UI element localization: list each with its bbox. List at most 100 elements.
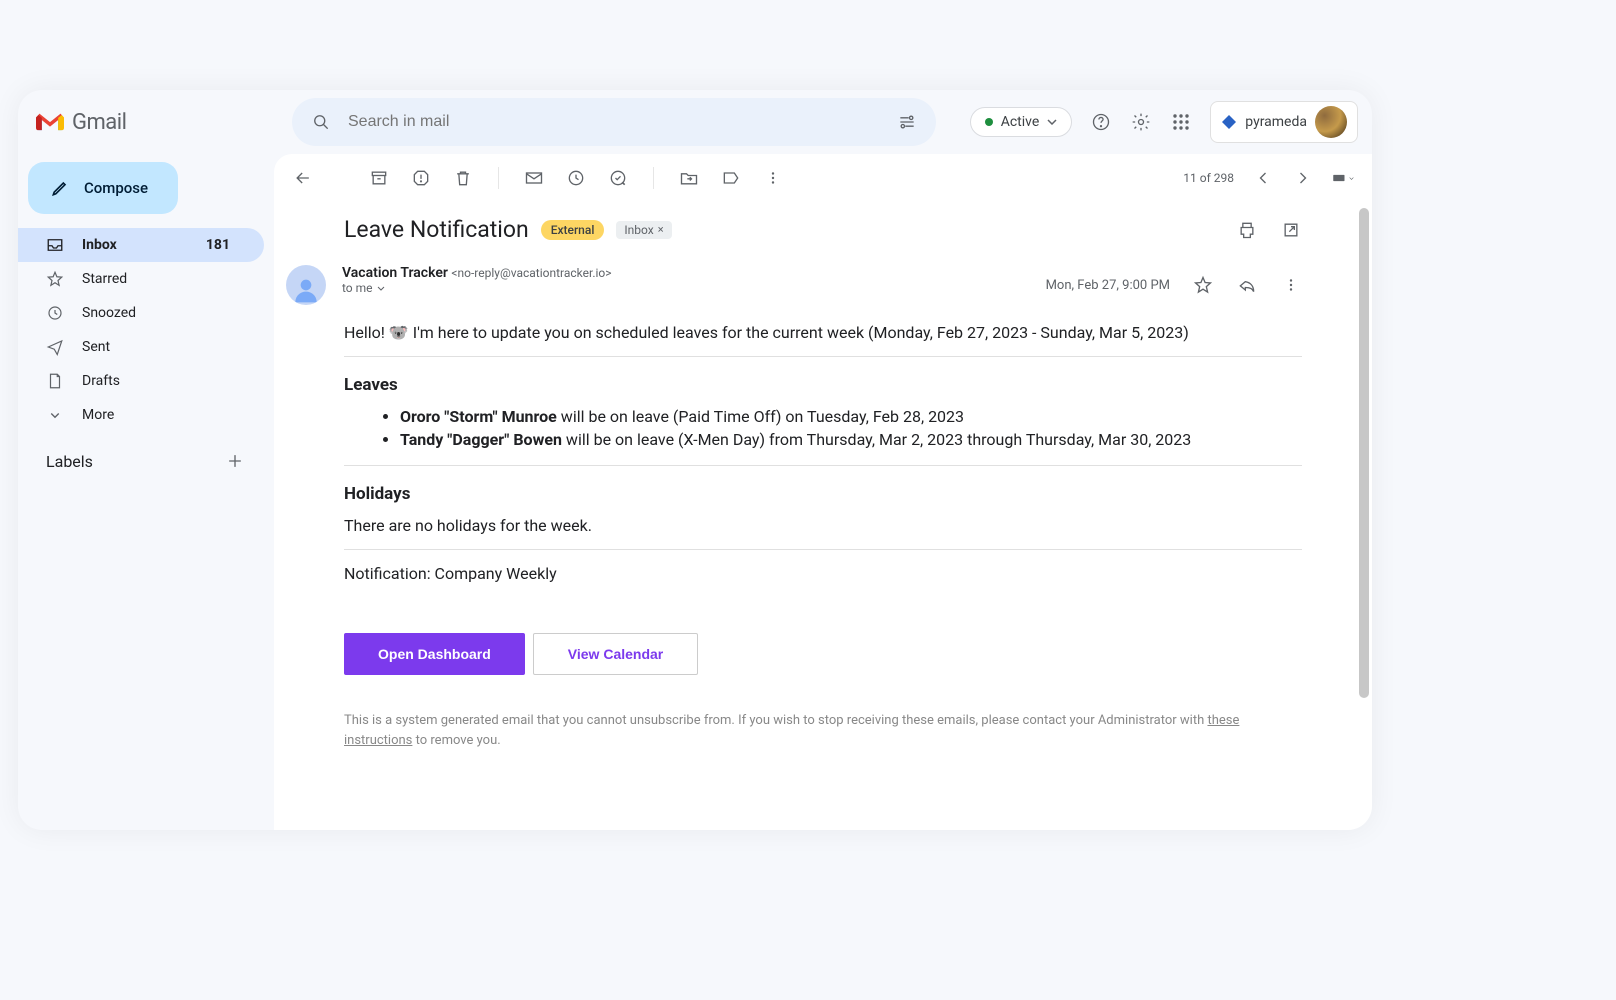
add-to-tasks-button[interactable]	[607, 167, 629, 189]
inbox-label-chip[interactable]: Inbox ×	[616, 221, 671, 239]
add-label-button[interactable]	[224, 450, 246, 472]
to-line[interactable]: to me	[342, 281, 1030, 295]
report-spam-button[interactable]	[410, 167, 432, 189]
leaves-heading: Leaves	[344, 375, 1302, 395]
leaves-list: Ororo "Storm" Munroe will be on leave (P…	[344, 407, 1302, 449]
topbar-right: Active pyrameda	[970, 101, 1358, 143]
more-actions-button[interactable]	[762, 167, 784, 189]
search-icon[interactable]	[310, 111, 332, 133]
move-to-button[interactable]	[678, 167, 700, 189]
sidebar-nav: Inbox 181 Starred Snoozed Sent Dra	[28, 228, 264, 432]
status-pill[interactable]: Active	[970, 107, 1073, 137]
divider	[344, 465, 1302, 466]
more-button[interactable]	[1280, 274, 1302, 296]
print-button[interactable]	[1236, 219, 1258, 241]
star-icon	[46, 270, 64, 288]
gmail-window: Gmail Active	[18, 90, 1372, 830]
input-tools-button[interactable]	[1332, 167, 1354, 189]
subject-row: Leave Notification External Inbox ×	[344, 216, 1302, 243]
sidebar-item-drafts[interactable]: Drafts	[18, 364, 264, 398]
inbox-icon	[46, 236, 64, 254]
main-area: Compose Inbox 181 Starred Snoozed	[18, 154, 1372, 830]
sidebar-item-starred[interactable]: Starred	[18, 262, 264, 296]
org-badge[interactable]: pyrameda	[1210, 101, 1358, 143]
email-body: Leave Notification External Inbox ×	[274, 216, 1372, 780]
sidebar-item-snoozed[interactable]: Snoozed	[18, 296, 264, 330]
prev-button[interactable]	[1252, 167, 1274, 189]
external-badge: External	[541, 220, 605, 240]
sent-icon	[46, 338, 64, 356]
status-label: Active	[1001, 114, 1040, 130]
open-new-window-button[interactable]	[1280, 219, 1302, 241]
pagination-text: 11 of 298	[1183, 171, 1234, 185]
sidebar-label: Drafts	[82, 373, 120, 389]
sidebar-label: Snoozed	[82, 305, 136, 321]
sender-row: Vacation Tracker <no-reply@vacationtrack…	[344, 265, 1302, 305]
apps-grid-icon[interactable]	[1170, 111, 1192, 133]
email-subject: Leave Notification	[344, 216, 529, 243]
search-input[interactable]	[348, 113, 880, 131]
search-options-icon[interactable]	[896, 111, 918, 133]
notification-line: Notification: Company Weekly	[344, 564, 1302, 583]
sidebar-label: Starred	[82, 271, 127, 287]
footer-text: This is a system generated email that yo…	[344, 711, 1302, 750]
help-icon[interactable]	[1090, 111, 1112, 133]
gmail-wordmark: Gmail	[72, 110, 126, 135]
sidebar-label: More	[82, 407, 114, 423]
user-avatar[interactable]	[1315, 106, 1347, 138]
sidebar-item-inbox[interactable]: Inbox 181	[18, 228, 264, 262]
status-dot-icon	[985, 118, 993, 126]
holidays-text: There are no holidays for the week.	[344, 516, 1302, 535]
chevron-down-icon	[377, 286, 385, 291]
reply-button[interactable]	[1236, 274, 1258, 296]
view-calendar-button[interactable]: View Calendar	[533, 633, 698, 675]
snooze-button[interactable]	[565, 167, 587, 189]
file-icon	[46, 372, 64, 390]
mark-unread-button[interactable]	[523, 167, 545, 189]
delete-button[interactable]	[452, 167, 474, 189]
sidebar: Compose Inbox 181 Starred Snoozed	[18, 154, 274, 830]
close-icon[interactable]: ×	[658, 223, 664, 236]
leave-item: Ororo "Storm" Munroe will be on leave (P…	[400, 407, 1302, 426]
gmail-logo-icon	[36, 111, 64, 133]
sidebar-item-sent[interactable]: Sent	[18, 330, 264, 364]
clock-icon	[46, 304, 64, 322]
subject-actions	[1236, 219, 1302, 241]
sender-name: Vacation Tracker	[342, 265, 448, 281]
star-button[interactable]	[1192, 274, 1214, 296]
toolbar-right: 11 of 298	[1183, 167, 1354, 189]
sender-info: Vacation Tracker <no-reply@vacationtrack…	[342, 265, 1030, 305]
open-dashboard-button[interactable]: Open Dashboard	[344, 633, 525, 675]
compose-button[interactable]: Compose	[28, 162, 178, 214]
scrollbar[interactable]	[1359, 208, 1369, 698]
sender-avatar-icon[interactable]	[286, 265, 326, 305]
sidebar-label: Inbox	[82, 237, 117, 253]
labels-button[interactable]	[720, 167, 742, 189]
sender-email: <no-reply@vacationtracker.io>	[451, 266, 611, 280]
cta-row: Open Dashboard View Calendar	[344, 633, 1302, 675]
back-button[interactable]	[292, 167, 314, 189]
settings-gear-icon[interactable]	[1130, 111, 1152, 133]
inbox-count: 181	[206, 237, 230, 253]
divider	[344, 356, 1302, 357]
next-button[interactable]	[1292, 167, 1314, 189]
leave-item: Tandy "Dagger" Bowen will be on leave (X…	[400, 430, 1302, 449]
sidebar-item-more[interactable]: More	[18, 398, 264, 432]
labels-header: Labels	[28, 432, 264, 472]
pencil-icon	[50, 178, 70, 198]
compose-label: Compose	[84, 179, 148, 197]
archive-button[interactable]	[368, 167, 390, 189]
sender-name-line: Vacation Tracker <no-reply@vacationtrack…	[342, 265, 1030, 281]
email-greeting: Hello! 🐨 I'm here to update you on sched…	[344, 323, 1302, 342]
email-meta: Mon, Feb 27, 9:00 PM	[1046, 265, 1302, 305]
logo-area[interactable]: Gmail	[36, 110, 274, 135]
labels-title: Labels	[46, 452, 93, 471]
org-logo-icon	[1221, 114, 1237, 130]
search-bar[interactable]	[292, 98, 936, 146]
holidays-heading: Holidays	[344, 484, 1302, 504]
email-toolbar: 11 of 298	[274, 154, 1372, 202]
content-pane: 11 of 298 Leave Notification External In…	[274, 154, 1372, 830]
email-date: Mon, Feb 27, 9:00 PM	[1046, 278, 1170, 293]
topbar: Gmail Active	[18, 90, 1372, 154]
chevron-down-icon	[46, 406, 64, 424]
